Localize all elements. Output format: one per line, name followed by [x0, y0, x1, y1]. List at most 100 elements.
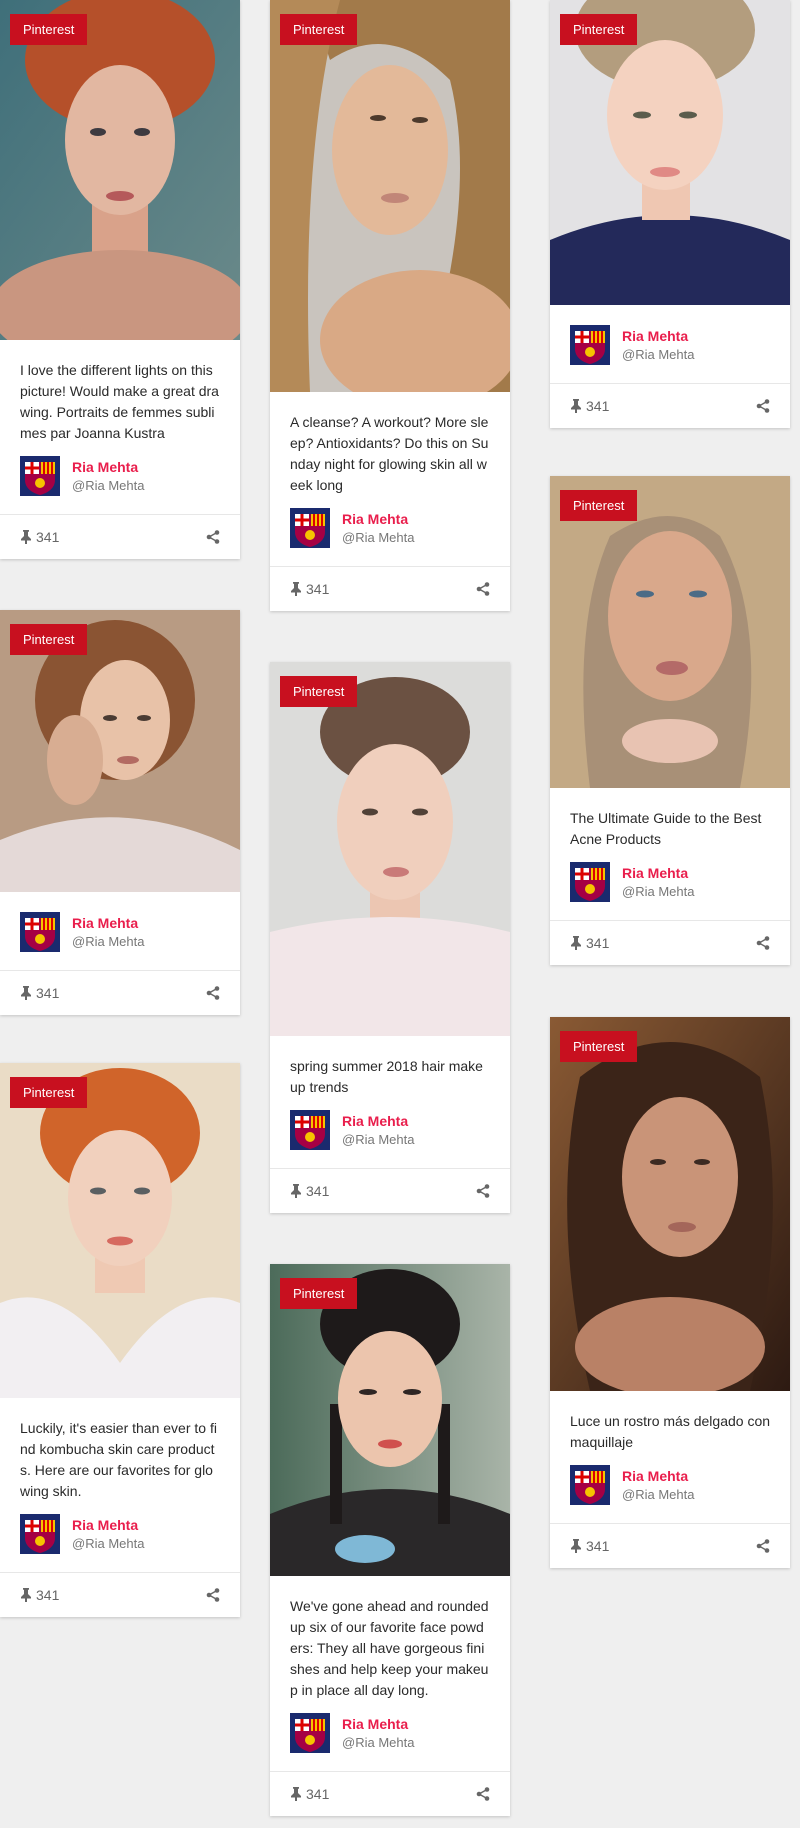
card-footer: 341: [0, 1572, 240, 1617]
pin-card[interactable]: Pinterest I love the different lights on…: [0, 0, 240, 559]
author-row[interactable]: Ria Mehta @Ria Mehta: [570, 325, 770, 383]
author-row[interactable]: Ria Mehta @Ria Mehta: [20, 456, 220, 514]
card-footer: 341: [0, 514, 240, 559]
author-row[interactable]: Ria Mehta @Ria Mehta: [290, 1713, 490, 1771]
pin-description: spring summer 2018 hair makeup trends: [290, 1058, 483, 1095]
pin-description: Luckily, it's easier than ever to find k…: [20, 1420, 217, 1499]
pinterest-badge[interactable]: Pinterest: [560, 1031, 638, 1062]
pin-description: I love the different lights on this pict…: [20, 362, 219, 441]
avatar[interactable]: [570, 862, 610, 902]
pin-image[interactable]: Pinterest: [270, 662, 510, 1036]
pinterest-badge[interactable]: Pinterest: [560, 490, 638, 521]
avatar[interactable]: [570, 1465, 610, 1505]
pin-count-value: 341: [306, 1183, 330, 1199]
pin-icon: [290, 1184, 302, 1198]
share-icon[interactable]: [756, 399, 770, 413]
author-row[interactable]: Ria Mehta @Ria Mehta: [570, 862, 770, 920]
avatar[interactable]: [290, 1110, 330, 1150]
share-icon[interactable]: [476, 1787, 490, 1801]
author-name[interactable]: Ria Mehta: [622, 326, 694, 346]
pin-count[interactable]: 341: [20, 985, 59, 1001]
portrait-image: [0, 1063, 240, 1398]
pinterest-badge[interactable]: Pinterest: [10, 1077, 88, 1108]
author-name[interactable]: Ria Mehta: [72, 457, 144, 477]
portrait-image: [550, 1017, 790, 1391]
pin-description: A cleanse? A workout? More sleep? Antiox…: [290, 414, 489, 493]
pin-count[interactable]: 341: [290, 581, 329, 597]
pin-count[interactable]: 341: [570, 398, 609, 414]
pin-card[interactable]: Pinterest The Ultimate Guide to the Best…: [550, 476, 790, 965]
author-name[interactable]: Ria Mehta: [622, 1466, 694, 1486]
pin-image[interactable]: Pinterest: [0, 610, 240, 892]
pin-count-value: 341: [306, 581, 330, 597]
avatar[interactable]: [20, 456, 60, 496]
author-row[interactable]: Ria Mehta @Ria Mehta: [290, 1110, 490, 1168]
pin-card[interactable]: Pinterest A cleanse? A workout? More sle…: [270, 0, 510, 611]
share-icon[interactable]: [206, 530, 220, 544]
pin-image[interactable]: Pinterest: [550, 0, 790, 305]
author-name[interactable]: Ria Mehta: [72, 913, 144, 933]
pin-image[interactable]: Pinterest: [270, 1264, 510, 1576]
portrait-image: [270, 0, 510, 392]
pin-card[interactable]: Pinterest Luce un rostro más delgado con…: [550, 1017, 790, 1568]
author-name[interactable]: Ria Mehta: [342, 1714, 414, 1734]
share-icon[interactable]: [476, 1184, 490, 1198]
share-icon[interactable]: [206, 986, 220, 1000]
card-footer: 341: [270, 566, 510, 611]
pin-image[interactable]: Pinterest: [550, 1017, 790, 1391]
author-handle: @Ria Mehta: [342, 1132, 415, 1147]
avatar[interactable]: [20, 1514, 60, 1554]
pinterest-badge[interactable]: Pinterest: [280, 676, 358, 707]
share-icon[interactable]: [206, 1588, 220, 1602]
author-name[interactable]: Ria Mehta: [622, 863, 694, 883]
pin-image[interactable]: Pinterest: [550, 476, 790, 788]
pin-card[interactable]: Pinterest Ria Mehta @Ria Mehta 341: [550, 0, 790, 428]
pin-description: Luce un rostro más delgado con maquillaj…: [570, 1413, 771, 1450]
author-handle: @Ria Mehta: [342, 530, 415, 545]
pin-image[interactable]: Pinterest: [0, 0, 240, 340]
pin-icon: [570, 399, 582, 413]
pin-count[interactable]: 341: [570, 1538, 609, 1554]
pin-count-value: 341: [306, 1786, 330, 1802]
pin-count[interactable]: 341: [290, 1786, 329, 1802]
author-handle: @Ria Mehta: [72, 934, 145, 949]
share-icon[interactable]: [476, 582, 490, 596]
avatar[interactable]: [20, 912, 60, 952]
author-name[interactable]: Ria Mehta: [342, 1111, 414, 1131]
pin-count-value: 341: [36, 1587, 60, 1603]
pinterest-badge[interactable]: Pinterest: [280, 14, 358, 45]
pinterest-badge[interactable]: Pinterest: [10, 624, 88, 655]
pinterest-badge[interactable]: Pinterest: [10, 14, 88, 45]
pin-icon: [290, 582, 302, 596]
pin-card[interactable]: Pinterest Luckily, it's easier than ever…: [0, 1063, 240, 1617]
author-handle: @Ria Mehta: [72, 478, 145, 493]
author-row[interactable]: Ria Mehta @Ria Mehta: [570, 1465, 770, 1523]
share-icon[interactable]: [756, 1539, 770, 1553]
pin-icon: [570, 936, 582, 950]
pin-count[interactable]: 341: [20, 529, 59, 545]
pin-image[interactable]: Pinterest: [270, 0, 510, 392]
pinterest-badge[interactable]: Pinterest: [560, 14, 638, 45]
avatar[interactable]: [290, 508, 330, 548]
avatar[interactable]: [290, 1713, 330, 1753]
pin-count-value: 341: [586, 398, 610, 414]
author-row[interactable]: Ria Mehta @Ria Mehta: [20, 1514, 220, 1572]
author-row[interactable]: Ria Mehta @Ria Mehta: [20, 912, 220, 970]
pin-image[interactable]: Pinterest: [0, 1063, 240, 1398]
pin-description: The Ultimate Guide to the Best Acne Prod…: [570, 810, 762, 847]
pin-card[interactable]: Pinterest spring summer 2018 hair makeup…: [270, 662, 510, 1213]
pinterest-badge[interactable]: Pinterest: [280, 1278, 358, 1309]
avatar[interactable]: [570, 325, 610, 365]
pin-count[interactable]: 341: [20, 1587, 59, 1603]
author-row[interactable]: Ria Mehta @Ria Mehta: [290, 508, 490, 566]
pin-card[interactable]: Pinterest We've gone ahead and rounded u…: [270, 1264, 510, 1816]
pin-count-value: 341: [586, 1538, 610, 1554]
author-name[interactable]: Ria Mehta: [72, 1515, 144, 1535]
pin-count[interactable]: 341: [570, 935, 609, 951]
share-icon[interactable]: [756, 936, 770, 950]
pin-icon: [20, 530, 32, 544]
pin-card[interactable]: Pinterest Ria Mehta @Ria Mehta 341: [0, 610, 240, 1015]
pin-count[interactable]: 341: [290, 1183, 329, 1199]
author-name[interactable]: Ria Mehta: [342, 509, 414, 529]
author-handle: @Ria Mehta: [622, 1487, 695, 1502]
